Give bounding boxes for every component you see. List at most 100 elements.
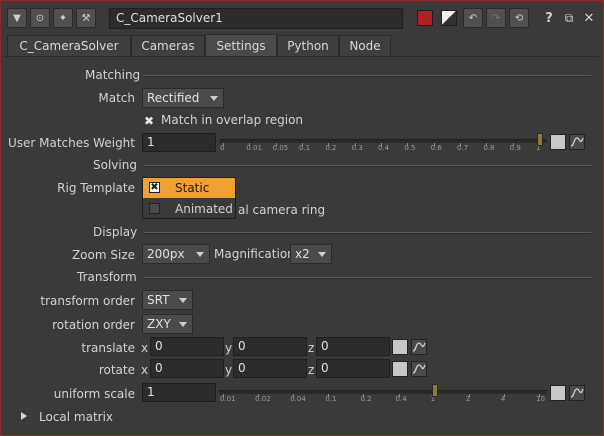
rotation-order-dropdown[interactable]: ZXY [142,314,193,334]
chevron-down-icon [318,252,326,257]
transform-order-label: transform order [40,294,135,308]
animation-icon[interactable] [550,385,566,401]
slider-handle[interactable] [537,133,543,146]
rig-option-static[interactable]: ✖ Static [143,178,235,198]
axis-x-label: x [141,363,149,377]
slider-tick-label: 2 [465,395,471,403]
hidden-option-label: al camera ring [238,203,326,217]
view-node-icon[interactable]: ⊙ [30,8,50,28]
slider-tick-label: 0.1 [325,395,337,403]
slider-tick-label: 0.3 [351,144,363,152]
chevron-down-icon [179,298,187,303]
slider-tick-label: 4 [500,395,506,403]
divider [143,232,591,234]
section-display: Display [93,225,138,239]
tab-python[interactable]: Python [277,35,339,56]
expand-arrow-icon[interactable] [21,412,27,420]
rotate-y-input[interactable]: 0 [233,359,307,378]
tab-settings[interactable]: Settings [205,34,277,56]
undo-icon[interactable]: ↶ [463,8,483,28]
slider-tick-label: 0.6 [430,144,442,152]
slider-tick-label: 0.4 [395,395,407,403]
tab-bar: C_CameraSolver Cameras Settings Python N… [5,34,599,57]
weight-input[interactable]: 1 [142,133,216,152]
translate-x-input[interactable]: 0 [150,337,224,356]
rig-option-static-label: Static [175,181,210,195]
axis-y-label: y [225,341,233,355]
transform-order-dropdown[interactable]: SRT [142,290,193,310]
magnification-label: Magnification [214,247,295,261]
node-icon[interactable]: ✦ [53,8,73,28]
rig-option-animated[interactable]: Animated [143,199,235,219]
slider-tick-label: 0.8 [483,144,495,152]
slider-tick-label: 0.02 [255,395,271,403]
uniform-scale-input[interactable]: 1 [142,383,216,402]
magnification-value: x2 [295,247,310,261]
curve-icon[interactable] [411,361,427,377]
zoom-size-value: 200px [147,247,185,261]
weight-slider[interactable]: 0 0.01 0.05 0.1 0.2 0.3 0.4 0.5 0.6 0.7 0.8 0.9 1 [219,132,547,152]
slider-tick-label: 0.2 [325,144,337,152]
rig-template-label: Rig Template [57,181,135,195]
slider-tick-label: 0.2 [360,395,372,403]
slider-tick-label: 0.4 [378,144,390,152]
node-name-field[interactable]: C_CameraSolver1 [109,8,403,29]
uniform-scale-label: uniform scale [53,387,135,401]
overlap-checkbox[interactable]: ✖ [144,115,156,127]
slider-tick-label: 0.9 [509,144,521,152]
rotation-order-label: rotation order [52,318,135,332]
tab-node[interactable]: Node [339,35,391,56]
slider-tick-label: 10 [536,395,545,403]
rotation-order-value: ZXY [147,317,171,331]
divider [143,277,591,279]
overlap-label: Match in overlap region [161,113,304,127]
section-matching: Matching [85,68,141,82]
animation-icon[interactable] [392,339,408,355]
overlay-color-swatch[interactable] [441,10,457,26]
animation-icon[interactable] [550,134,566,150]
divider [143,165,591,167]
slider-tick-label: 0 [220,144,225,152]
curve-icon[interactable] [411,339,427,355]
node-color-swatch[interactable] [417,10,433,26]
magnification-dropdown[interactable]: x2 [290,244,332,264]
slider-tick-label: 0.05 [272,144,289,152]
redo-icon[interactable]: ↷ [486,8,506,28]
rig-option-animated-label: Animated [175,202,233,216]
zoom-size-dropdown[interactable]: 200px [142,244,210,264]
slider-tick-label: 0.04 [290,395,306,403]
collapse-icon[interactable]: ▼ [7,8,27,28]
match-dropdown[interactable]: Rectified [142,88,224,108]
axis-y-label: y [225,363,233,377]
slider-track [219,390,547,394]
slider-handle[interactable] [431,384,438,397]
animation-icon[interactable] [392,361,408,377]
slider-tick-label: 0.01 [246,144,262,152]
translate-y-input[interactable]: 0 [233,337,307,356]
help-icon[interactable]: ? [539,8,559,28]
tab-cameras[interactable]: Cameras [131,35,205,56]
curve-icon[interactable] [569,385,585,401]
curve-icon[interactable] [569,134,585,150]
transform-order-value: SRT [147,293,170,307]
title-bar: ▼ ⊙ ✦ ⚒ C_CameraSolver1 ↶ ↷ ⟲ ? ⧉ ✕ [1,1,603,34]
uniform-scale-slider[interactable]: 0.01 0.02 0.04 0.1 0.2 0.4 1 2 4 10 [219,383,547,403]
tab-camerasolver[interactable]: C_CameraSolver [7,35,131,56]
chevron-down-icon [196,252,204,257]
match-label: Match [98,91,135,105]
slider-tick-label: 0.01 [220,395,236,403]
tools-icon[interactable]: ⚒ [76,8,96,28]
match-value: Rectified [147,91,200,105]
weight-label: User Matches Weight [7,136,135,150]
rotate-z-input[interactable]: 0 [316,359,390,378]
revert-icon[interactable]: ⟲ [509,8,529,28]
settings-panel: Matching Match Rectified ✖ Match in over… [5,56,599,432]
close-icon[interactable]: ✕ [579,8,599,28]
slider-tick-label: 0.7 [457,144,469,152]
local-matrix-label: Local matrix [39,410,114,424]
float-icon[interactable]: ⧉ [559,8,579,28]
rotate-x-input[interactable]: 0 [150,359,224,378]
properties-panel: ▼ ⊙ ✦ ⚒ C_CameraSolver1 ↶ ↷ ⟲ ? ⧉ ✕ C_Ca… [0,0,604,436]
checkbox-icon [149,203,160,214]
translate-z-input[interactable]: 0 [316,337,390,356]
